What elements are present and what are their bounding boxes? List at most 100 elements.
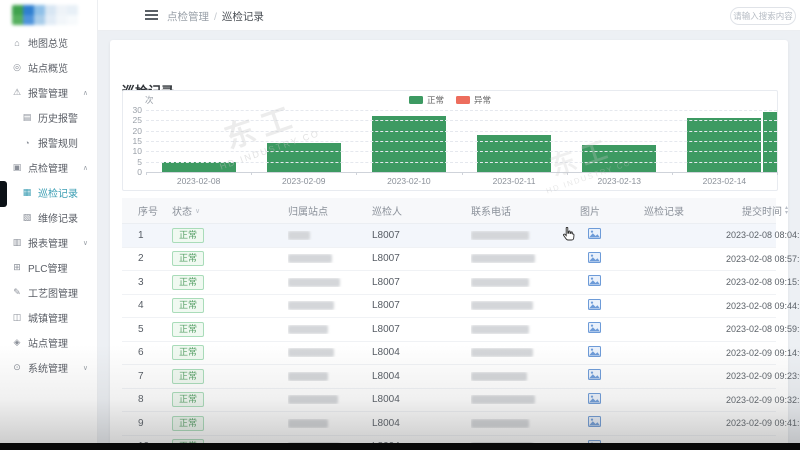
x-tick-label: 2023-02-10	[387, 176, 430, 186]
bar-2023-02-10	[372, 116, 446, 172]
cell-phone-redacted	[471, 278, 580, 287]
column-header-6: 图片	[580, 203, 644, 218]
cell-image	[580, 228, 652, 242]
table-row: 3正常L80072023-02-08 09:15:18	[122, 271, 776, 295]
image-thumbnail-icon[interactable]	[588, 252, 601, 266]
image-thumbnail-icon[interactable]	[588, 275, 601, 289]
sidebar-item-history-alarms[interactable]: ▤历史报警	[0, 105, 97, 130]
cell-image	[580, 322, 652, 336]
blurred-text	[471, 301, 533, 310]
table-header-row: 序号状态∨归属站点巡检人联系电话图片巡检记录提交时间▴▾	[122, 198, 776, 224]
bar-2023-02-14	[687, 118, 761, 172]
collapse-menu-icon[interactable]	[145, 10, 158, 20]
global-search-input[interactable]: 请输入搜索内容	[730, 7, 796, 25]
letterbox-bar	[0, 443, 800, 450]
column-header-label: 提交时间	[742, 203, 782, 218]
site-icon: ◎	[11, 62, 23, 73]
image-thumbnail-icon[interactable]	[588, 322, 601, 336]
image-thumbnail-icon[interactable]	[588, 393, 601, 407]
active-item-indicator	[0, 181, 7, 207]
cell-image	[580, 346, 652, 360]
sidebar-item-site-management[interactable]: ◈站点管理	[0, 330, 97, 355]
cell-station-redacted	[288, 231, 372, 240]
cell-submit-time: 2023-02-08 09:15:18	[726, 277, 800, 287]
x-axis-tick	[462, 172, 463, 175]
blurred-text	[288, 325, 328, 334]
cell-status: 正常	[172, 298, 288, 313]
status-badge: 正常	[172, 298, 204, 313]
sidebar-item-label: 地图总览	[28, 35, 68, 50]
cell-station-redacted	[288, 301, 372, 310]
breadcrumb: 点检管理/巡检记录	[167, 9, 264, 24]
sidebar-item-site-overview[interactable]: ◎站点概览	[0, 55, 97, 80]
gridline	[146, 131, 777, 132]
table-row: 6正常L80042023-02-09 09:14:00	[122, 342, 776, 366]
legend-item-异常[interactable]: 异常	[456, 94, 491, 106]
legend-label: 正常	[427, 94, 444, 106]
cell-index: 6	[138, 347, 172, 358]
cell-station-redacted	[288, 395, 372, 404]
gridline	[146, 141, 777, 142]
chevron-up-icon: ∧	[83, 164, 88, 172]
column-header-8[interactable]: 提交时间▴▾	[718, 203, 800, 218]
pen-icon: ✎	[11, 287, 23, 298]
image-thumbnail-icon[interactable]	[588, 346, 601, 360]
bar-2023-02-09	[267, 143, 341, 172]
sidebar-item-inspection-records[interactable]: ▦巡检记录	[0, 180, 97, 205]
chevron-down-icon: ∨	[83, 364, 88, 372]
legend-item-正常[interactable]: 正常	[409, 94, 444, 106]
column-header-2[interactable]: 状态∨	[172, 203, 288, 218]
cell-submit-time: 2023-02-08 08:04:24	[726, 230, 800, 240]
x-tick-label: 2023-02-13	[598, 176, 641, 186]
sidebar-item-plc-management[interactable]: ⊞PLC管理	[0, 255, 97, 280]
cell-phone-redacted	[471, 348, 580, 357]
cell-status: 正常	[172, 251, 288, 266]
cell-station-redacted	[288, 325, 372, 334]
cell-image	[580, 275, 652, 289]
sidebar-item-town-management[interactable]: ◫城镇管理	[0, 305, 97, 330]
gridline	[146, 120, 777, 121]
cell-image	[580, 416, 652, 430]
sidebar-item-spot-check-management[interactable]: ▣点检管理∧	[0, 155, 97, 180]
inspection-records-panel: 巡检记录 查询: 选择归属站点 ∨ 选择状态 ∨ 2023-02-08 - 20…	[110, 40, 788, 450]
status-badge: 正常	[172, 345, 204, 360]
gear-icon: ⊙	[11, 362, 23, 373]
cell-inspector: L8004	[372, 394, 471, 405]
cell-inspector: L8004	[372, 371, 471, 382]
gridline	[146, 110, 777, 111]
sidebar-item-process-diagram-management[interactable]: ✎工艺图管理	[0, 280, 97, 305]
blurred-text	[471, 372, 527, 381]
status-badge: 正常	[172, 322, 204, 337]
sidebar-item-alarm-rules[interactable]: ◔报警规则	[0, 130, 97, 155]
sidebar-item-alarm-management[interactable]: ⚠报警管理∧	[0, 80, 97, 105]
cell-index: 3	[138, 277, 172, 288]
sidebar-item-repair-records[interactable]: ▧维修记录	[0, 205, 97, 230]
column-header-label: 归属站点	[288, 203, 328, 218]
cell-phone-redacted	[471, 231, 580, 240]
column-header-label: 图片	[580, 203, 600, 218]
image-thumbnail-icon[interactable]	[588, 228, 601, 242]
x-tick-label: 2023-02-11	[493, 176, 536, 186]
image-thumbnail-icon[interactable]	[588, 299, 601, 313]
y-tick-label: 5	[123, 157, 142, 167]
image-thumbnail-icon[interactable]	[588, 369, 601, 383]
x-axis-tick	[567, 172, 568, 175]
cell-station-redacted	[288, 254, 372, 263]
cell-phone-redacted	[471, 301, 580, 310]
cell-submit-time: 2023-02-09 09:41:26	[726, 418, 800, 428]
cell-image	[580, 393, 652, 407]
sidebar-item-map-overview[interactable]: ⌂地图总览	[0, 30, 97, 55]
image-thumbnail-icon[interactable]	[588, 416, 601, 430]
sidebar-item-label: 报警管理	[28, 85, 68, 100]
sidebar-item-report-management[interactable]: ▥报表管理∨	[0, 230, 97, 255]
x-axis-tick	[356, 172, 357, 175]
cell-status: 正常	[172, 369, 288, 384]
alarm-icon: ⚠	[11, 87, 23, 98]
cell-inspector: L8007	[372, 324, 471, 335]
sidebar-item-label: PLC管理	[28, 260, 67, 275]
sidebar-item-system-management[interactable]: ⊙系统管理∨	[0, 355, 97, 380]
table-row: 5正常L80072023-02-08 09:59:21	[122, 318, 776, 342]
breadcrumb-parent[interactable]: 点检管理	[167, 11, 209, 23]
cell-submit-time: 2023-02-08 09:59:21	[726, 324, 800, 334]
topbar: 点检管理/巡检记录 请输入搜索内容	[97, 0, 800, 31]
